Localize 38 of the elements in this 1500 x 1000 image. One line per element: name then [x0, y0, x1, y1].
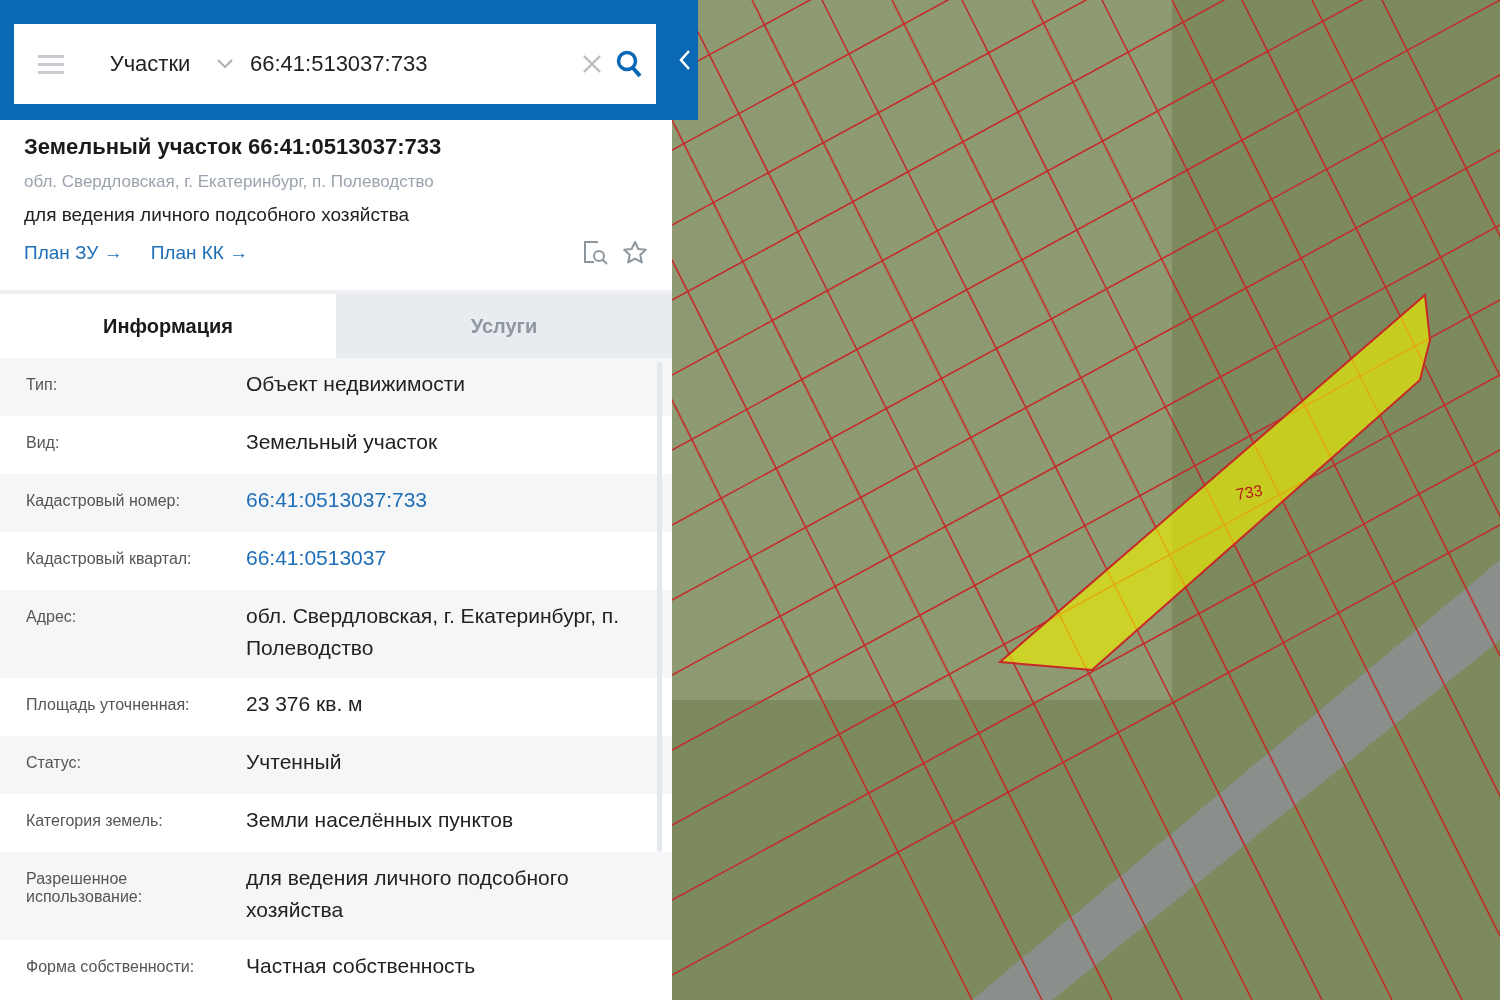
plan-link[interactable]: План КК → — [150, 242, 249, 264]
field-value: Земли населённых пунктов — [246, 807, 514, 833]
field-label: Форма собственности: — [26, 957, 196, 977]
field-value: для ведения личного подсобного хозяйства — [246, 865, 570, 923]
selected-parcel[interactable] — [997, 293, 1431, 672]
field-label: Адрес: — [26, 607, 78, 627]
caret-icon — [216, 58, 234, 70]
menu-icon[interactable] — [38, 54, 64, 74]
field-value: Учтенный — [246, 749, 342, 775]
field-value: 23 376 кв. м — [246, 691, 363, 717]
collapse-button[interactable] — [672, 0, 698, 120]
star-icon[interactable] — [622, 240, 648, 266]
parcel-address: обл. Свердловская, г. Екатеринбург, п. Полеводство — [24, 172, 435, 192]
field-label: Категория земель: — [26, 811, 164, 831]
chevron-left-icon — [679, 49, 691, 71]
document-search-icon[interactable] — [582, 240, 608, 266]
field-value: Объект недвижимости — [246, 371, 466, 397]
scrollbar[interactable] — [657, 362, 662, 852]
search-icon[interactable] — [616, 50, 642, 78]
parcel-purpose: для ведения личного подсобного хозяйства — [24, 204, 411, 226]
field-label: Тип: — [26, 375, 59, 395]
category-dropdown[interactable]: Участки — [64, 51, 234, 77]
field-value: Частная собственность — [246, 953, 476, 979]
field-label: Площадь уточненная: — [26, 695, 191, 715]
field-label: Разрешенное использование: — [26, 869, 144, 907]
field-label: Кадастровый квартал: — [26, 549, 193, 569]
field-value: Земельный участок — [246, 429, 438, 455]
value-link[interactable]: 66:41:0513037 — [246, 542, 387, 576]
search-field[interactable]: 66:41:513037:733 — [250, 51, 582, 77]
clear-icon[interactable] — [582, 54, 602, 74]
field-label: Вид: — [26, 433, 61, 453]
value-link[interactable]: 66:41:0513037:733 — [246, 484, 427, 518]
field-label: Статус: — [26, 753, 83, 773]
parcel-number: 733 — [1234, 481, 1264, 503]
field-value: обл. Свердловская, г. Екатеринбург, п. Полеводство — [246, 603, 621, 661]
parcel-title: Земельный участок 66:41:0513037:733 — [24, 134, 443, 160]
plan-link[interactable]: План ЗУ → — [24, 242, 123, 264]
field-label: Кадастровый номер: — [26, 491, 181, 511]
